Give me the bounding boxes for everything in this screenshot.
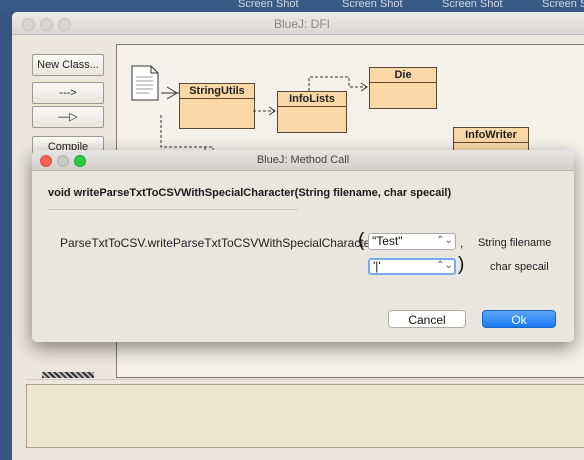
desktop-top-strip: Screen Shot Screen Shot Screen Shot Scre… — [0, 0, 584, 12]
history-dropdown-icon[interactable]: ⌃⌄ — [436, 260, 453, 271]
dependency-arrow-button[interactable]: ---> — [32, 82, 104, 104]
desktop-file-label[interactable]: Screen Shot — [238, 0, 299, 10]
desktop-background — [0, 0, 12, 460]
history-dropdown-icon[interactable]: ⌃⌄ — [436, 235, 453, 246]
ok-button[interactable]: Ok — [482, 310, 556, 328]
close-paren: ) — [458, 254, 465, 275]
method-call-text: ParseTxtToCSV.writeParseTxtToCSVWithSpec… — [60, 236, 375, 250]
new-class-button[interactable]: New Class... — [32, 54, 104, 76]
work-indicator — [42, 372, 94, 378]
open-paren: ( — [358, 230, 365, 251]
specail-arg-label: char specail — [490, 261, 549, 273]
dialog-titlebar[interactable]: BlueJ: Method Call — [32, 150, 574, 171]
dependency-arrows — [160, 76, 368, 163]
desktop-file-label[interactable]: Screen S — [542, 0, 584, 10]
filename-arg-label: String filename — [478, 237, 552, 249]
method-signature: void writeParseTxtToCSVWithSpecialCharac… — [48, 187, 452, 199]
dialog-title: BlueJ: Method Call — [256, 154, 350, 166]
desktop-file-label[interactable]: Screen Shot — [442, 0, 503, 10]
object-bench[interactable] — [26, 384, 584, 448]
comma: , — [460, 236, 464, 250]
main-titlebar[interactable]: BlueJ: DFI — [12, 12, 584, 35]
divider — [48, 209, 298, 210]
cancel-button[interactable]: Cancel — [388, 310, 466, 328]
window-title: BlueJ: DFI — [273, 17, 330, 31]
method-call-dialog: BlueJ: Method Call void writeParseTxtToC… — [32, 150, 574, 342]
desktop-file-label[interactable]: Screen Shot — [342, 0, 403, 10]
divider — [26, 379, 584, 380]
inheritance-arrow-button[interactable]: —▷ — [32, 106, 104, 128]
